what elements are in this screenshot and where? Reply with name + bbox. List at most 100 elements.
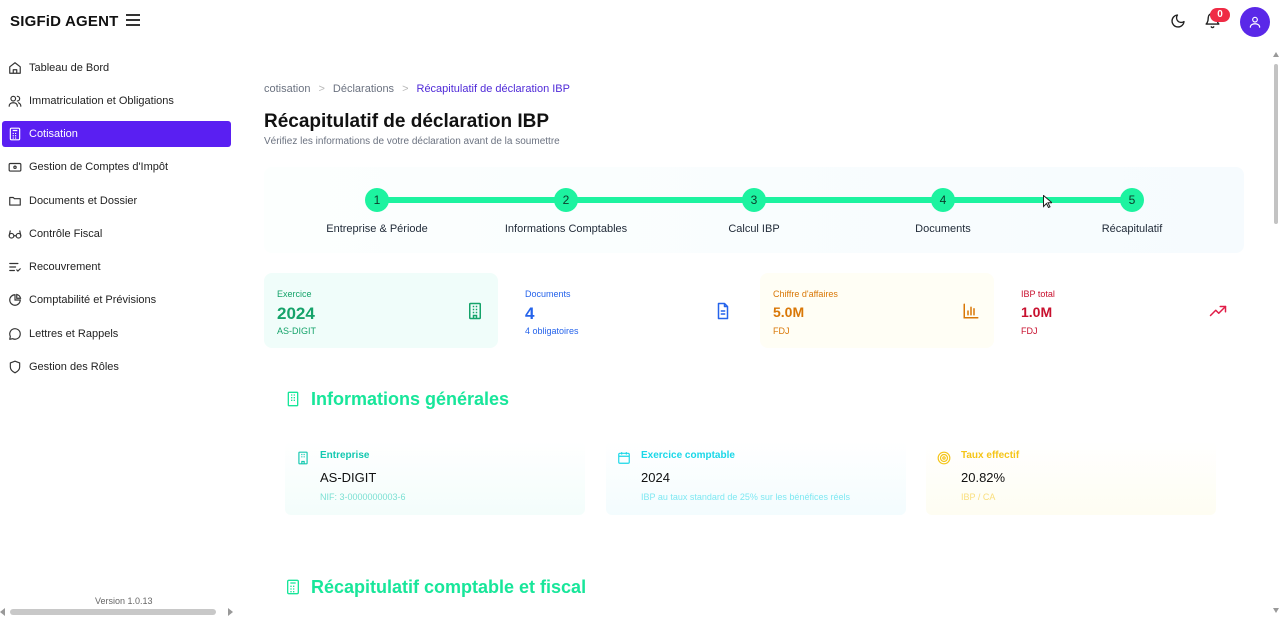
card-sub: FDJ <box>1021 326 1038 336</box>
list-check-icon <box>9 262 21 272</box>
sidebar-item-immatriculation[interactable]: Immatriculation et Obligations <box>2 88 231 114</box>
sidebar-item-cotisation[interactable]: Cotisation <box>2 121 231 147</box>
version-label: Version 1.0.13 <box>95 596 153 606</box>
sidebar-item-label: Cotisation <box>29 128 78 140</box>
card-value: 4 <box>525 304 535 323</box>
sidebar-horizontal-scrollbar[interactable] <box>0 606 236 618</box>
section-title-general: Informations générales <box>311 389 510 409</box>
card-value: 5.0M <box>773 304 805 320</box>
app-brand: SIGFiD AGENT <box>10 13 119 30</box>
sidebar-item-label: Contrôle Fiscal <box>29 228 103 240</box>
building-icon <box>287 391 299 407</box>
scroll-right-icon[interactable] <box>228 608 234 616</box>
avatar[interactable] <box>1240 7 1270 37</box>
sidebar-item-comptabilite[interactable]: Comptabilité et Prévisions <box>2 287 231 313</box>
step-1-dot[interactable]: 1 <box>365 188 389 212</box>
step-5-label: Récapitulatif <box>1101 223 1163 235</box>
moon-icon[interactable] <box>1170 13 1186 29</box>
breadcrumb-separator: > <box>318 83 325 95</box>
sidebar-item-lettres[interactable]: Lettres et Rappels <box>2 321 231 347</box>
sidebar: Tableau de Bord Immatriculation et Oblig… <box>0 52 236 618</box>
shield-icon <box>9 360 21 374</box>
wallet-icon <box>8 162 22 172</box>
building-icon <box>469 302 481 320</box>
file-icon <box>717 302 729 320</box>
info-sub: IBP au taux standard de 25% sur les béné… <box>641 492 850 502</box>
scroll-left-icon[interactable] <box>0 608 6 616</box>
glasses-icon <box>8 230 22 239</box>
breadcrumb-item-current: Récapitulatif de déclaration IBP <box>416 83 570 95</box>
card-ibp-total: IBP total 1.0M FDJ <box>1008 273 1242 348</box>
bar-chart-icon <box>963 303 979 319</box>
sidebar-item-controle-fiscal[interactable]: Contrôle Fiscal <box>2 221 231 247</box>
mouse-cursor-icon <box>1043 195 1052 208</box>
info-value: 20.82% <box>961 470 1006 485</box>
breadcrumb: cotisation > Déclarations > Récapitulati… <box>264 83 570 95</box>
step-3-label: Calcul IBP <box>728 223 780 235</box>
sidebar-item-documents[interactable]: Documents et Dossier <box>2 188 231 214</box>
card-label: IBP total <box>1021 289 1055 299</box>
step-3-dot[interactable]: 3 <box>742 188 766 212</box>
info-sub: NIF: 3-0000000003-6 <box>320 492 406 502</box>
step-4-dot[interactable]: 4 <box>931 188 955 212</box>
info-value: AS-DIGIT <box>320 470 377 485</box>
top-bar: SIGFiD AGENT 0 <box>0 0 1280 44</box>
scroll-thumb[interactable] <box>1274 64 1278 224</box>
home-icon <box>9 62 21 74</box>
breadcrumb-item-declarations[interactable]: Déclarations <box>333 83 394 95</box>
sidebar-item-label: Tableau de Bord <box>29 62 110 74</box>
sidebar-item-label: Lettres et Rappels <box>29 328 119 340</box>
card-label: Chiffre d'affaires <box>773 289 838 299</box>
card-label: Documents <box>525 289 571 299</box>
sidebar-item-roles[interactable]: Gestion des Rôles <box>2 354 231 380</box>
scroll-up-icon[interactable] <box>1273 52 1279 57</box>
page-title: Récapitulatif de déclaration IBP <box>264 111 550 132</box>
card-label: Exercice <box>277 289 312 299</box>
notification-badge: 0 <box>1210 8 1230 22</box>
sidebar-item-label: Gestion de Comptes d'Impôt <box>29 161 169 173</box>
breadcrumb-item-cotisation[interactable]: cotisation <box>264 83 310 95</box>
info-sub: IBP / CA <box>961 492 996 502</box>
scroll-thumb[interactable] <box>10 609 216 615</box>
card-value: 2024 <box>277 304 315 323</box>
scroll-down-icon[interactable] <box>1273 608 1279 613</box>
info-heading: Taux effectif <box>961 450 1020 461</box>
card-documents: Documents 4 4 obligatoires <box>512 273 746 348</box>
folder-icon <box>9 196 21 206</box>
sidebar-item-tableau-de-bord[interactable]: Tableau de Bord <box>2 55 231 81</box>
users-icon <box>8 95 22 107</box>
info-exercice-comptable: Exercice comptable 2024 IBP au taux stan… <box>606 441 906 515</box>
target-icon <box>937 451 951 465</box>
message-icon <box>9 328 21 340</box>
sidebar-item-recouvrement[interactable]: Recouvrement <box>2 254 231 280</box>
calendar-icon <box>618 452 630 464</box>
card-chiffre-affaires: Chiffre d'affaires 5.0M FDJ <box>760 273 994 348</box>
sidebar-item-label: Gestion des Rôles <box>29 361 119 373</box>
page-vertical-scrollbar[interactable] <box>1272 50 1280 618</box>
info-value: 2024 <box>641 470 670 485</box>
step-4-label: Documents <box>915 223 971 235</box>
step-2-dot[interactable]: 2 <box>554 188 578 212</box>
page-subtitle: Vérifiez les informations de votre décla… <box>264 136 560 147</box>
step-2-label: Informations Comptables <box>504 223 628 235</box>
sidebar-item-label: Comptabilité et Prévisions <box>29 294 157 306</box>
step-5-dot[interactable]: 5 <box>1120 188 1144 212</box>
breadcrumb-separator: > <box>402 83 409 95</box>
info-heading: Exercice comptable <box>641 450 735 461</box>
user-icon <box>1249 16 1261 28</box>
card-value: 1.0M <box>1021 304 1053 320</box>
info-taux-effectif: Taux effectif 20.82% IBP / CA <box>926 441 1216 515</box>
trend-up-icon <box>1209 305 1227 317</box>
card-sub: AS-DIGIT <box>277 326 317 336</box>
card-sub: FDJ <box>773 326 790 336</box>
calculator-icon <box>287 579 299 595</box>
info-entreprise: Entreprise AS-DIGIT NIF: 3-0000000003-6 <box>285 441 585 515</box>
sidebar-item-comptes-impot[interactable]: Gestion de Comptes d'Impôt <box>2 154 231 180</box>
calculator-icon <box>9 127 21 141</box>
menu-icon[interactable] <box>126 14 140 28</box>
info-heading: Entreprise <box>320 450 370 461</box>
card-exercice: Exercice 2024 AS-DIGIT <box>264 273 498 348</box>
card-sub: 4 obligatoires <box>525 326 579 336</box>
step-1-label: Entreprise & Période <box>326 223 428 235</box>
progress-stepper: 1 2 3 4 5 Entreprise & Période Informati… <box>264 167 1244 253</box>
